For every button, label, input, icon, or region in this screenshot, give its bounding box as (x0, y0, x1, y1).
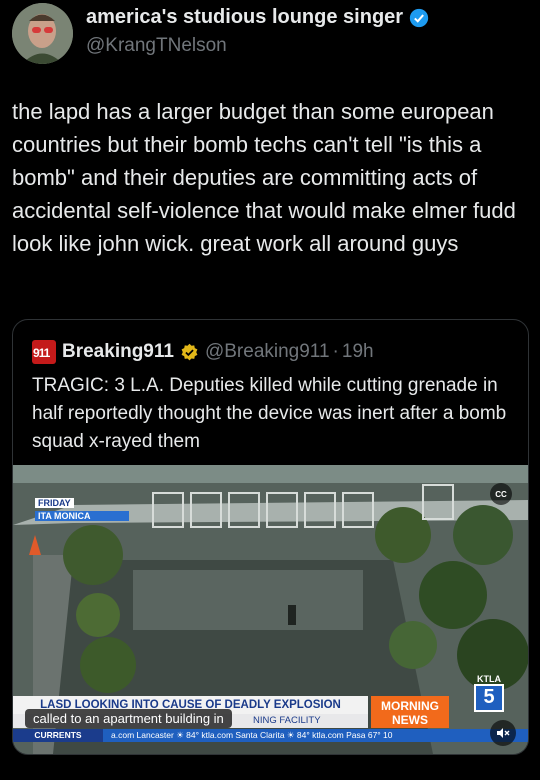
morning-label: MORNING (381, 699, 439, 713)
author-name[interactable]: america's studious lounge singer (86, 6, 403, 29)
quoted-timestamp[interactable]: 19h (342, 341, 374, 363)
ticker-label: CURRENTS (13, 729, 103, 742)
news-date-badge: FRIDAY ITA MONICA (35, 493, 129, 521)
meta-separator: · (332, 341, 339, 362)
author-avatar[interactable] (12, 3, 73, 64)
news-ticker: CURRENTS a.com Lancaster ☀ 84° ktla.com S… (13, 729, 528, 742)
author-block: america's studious lounge singer @KrangT… (86, 6, 429, 57)
video-player[interactable]: CC FRIDAY ITA MONICA LASD LOOKING INTO C… (13, 465, 528, 754)
breaking911-logo-text: 911 (33, 346, 50, 360)
ktla-logo: KTLA 5 (474, 674, 504, 712)
quoted-tweet-text: TRAGIC: 3 L.A. Deputies killed while cut… (32, 375, 507, 452)
mute-button[interactable] (490, 720, 516, 746)
quoted-tweet-header: 911 Breaking911 @Breaking911 · 19h (32, 340, 374, 364)
author-handle[interactable]: @KrangTNelson (86, 35, 429, 57)
quoted-author-handle[interactable]: @Breaking911 (205, 341, 330, 363)
station-name: KTLA (477, 674, 501, 684)
news-label: NEWS (392, 713, 428, 727)
morning-news-badge: MORNING NEWS (371, 696, 449, 728)
verified-badge-icon (409, 8, 429, 27)
tweet-text: the lapd has a larger budget than some e… (12, 99, 516, 256)
ticker-items: a.com Lancaster ☀ 84° ktla.com Santa Cla… (111, 730, 393, 740)
speaker-muted-icon (497, 728, 510, 738)
quoted-author-name[interactable]: Breaking911 (62, 341, 174, 363)
gold-verified-badge-icon (181, 343, 198, 360)
author-name-row[interactable]: america's studious lounge singer (86, 6, 429, 29)
news-day-label: FRIDAY (35, 498, 74, 508)
video-caption: called to an apartment building in (25, 709, 232, 728)
channel-number: 5 (474, 684, 504, 712)
quoted-tweet[interactable]: 911 Breaking911 @Breaking911 · 19h TRAGI… (12, 319, 529, 755)
breaking911-avatar[interactable]: 911 (32, 340, 56, 364)
closed-captions-button[interactable]: CC (490, 483, 512, 505)
news-lower-third: LASD LOOKING INTO CAUSE OF DEADLY EXPLOS… (13, 674, 528, 742)
news-location-label: ITA MONICA (35, 511, 129, 521)
